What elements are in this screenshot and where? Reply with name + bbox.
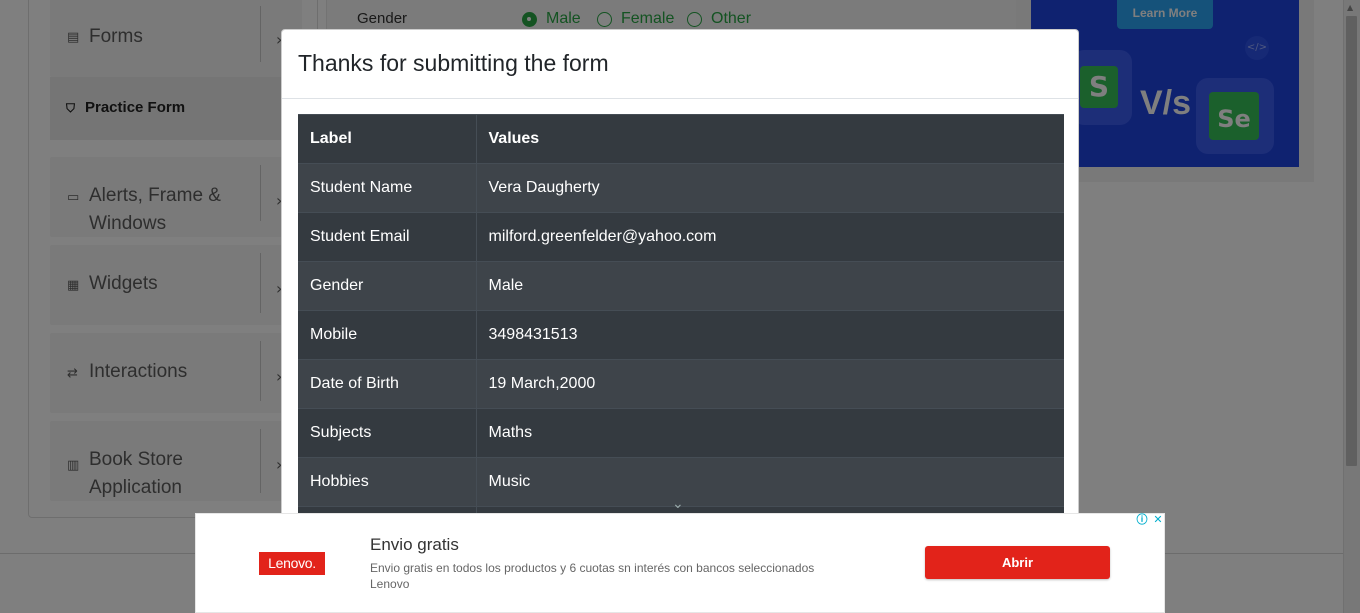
table-row: Mobile 3498431513 <box>298 310 1064 360</box>
row-value: 3498431513 <box>476 310 1064 360</box>
modal-header: Thanks for submitting the form <box>282 30 1078 99</box>
row-label: Mobile <box>298 310 477 360</box>
ad-title: Envio gratis <box>370 535 459 554</box>
table-row: Student Email milford.greenfelder@yahoo.… <box>298 212 1064 262</box>
row-label: Date of Birth <box>298 359 477 409</box>
table-row: Gender Male <box>298 261 1064 311</box>
ad-controls: ⓘ ✕ <box>1133 513 1165 529</box>
table-row: Date of Birth 19 March,2000 <box>298 359 1064 409</box>
row-value: Vera Daugherty <box>476 163 1064 213</box>
row-value: 19 March,2000 <box>476 359 1064 409</box>
lenovo-logo: Lenovo. <box>259 552 325 575</box>
submission-table: Label Values Student Name Vera Daugherty… <box>298 114 1064 556</box>
ad-description-text: Envio gratis en todos los productos y 6 … <box>370 561 815 575</box>
row-label: Student Email <box>298 212 477 262</box>
column-header-label: Label <box>298 114 477 164</box>
row-value: Music <box>476 457 1064 507</box>
row-value: Male <box>476 261 1064 311</box>
row-label: Subjects <box>298 408 477 458</box>
table-row: Subjects Maths <box>298 408 1064 458</box>
row-value: Maths <box>476 408 1064 458</box>
ad-advertiser: Lenovo <box>370 577 410 591</box>
abrir-button[interactable]: Abrir <box>925 546 1110 579</box>
row-label: Hobbies <box>298 457 477 507</box>
row-value: milford.greenfelder@yahoo.com <box>476 212 1064 262</box>
close-icon[interactable]: ✕ <box>1151 513 1165 527</box>
row-label: Student Name <box>298 163 477 213</box>
modal-title: Thanks for submitting the form <box>298 50 609 76</box>
chevron-down-icon[interactable]: ⌄ <box>672 496 684 512</box>
info-icon[interactable]: ⓘ <box>1135 513 1149 527</box>
row-label: Gender <box>298 261 477 311</box>
table-row: Student Name Vera Daugherty <box>298 163 1064 213</box>
table-header-row: Label Values <box>298 114 1064 164</box>
column-header-values: Values <box>476 114 1064 164</box>
ad-description: Envio gratis en todos los productos y 6 … <box>370 560 890 592</box>
